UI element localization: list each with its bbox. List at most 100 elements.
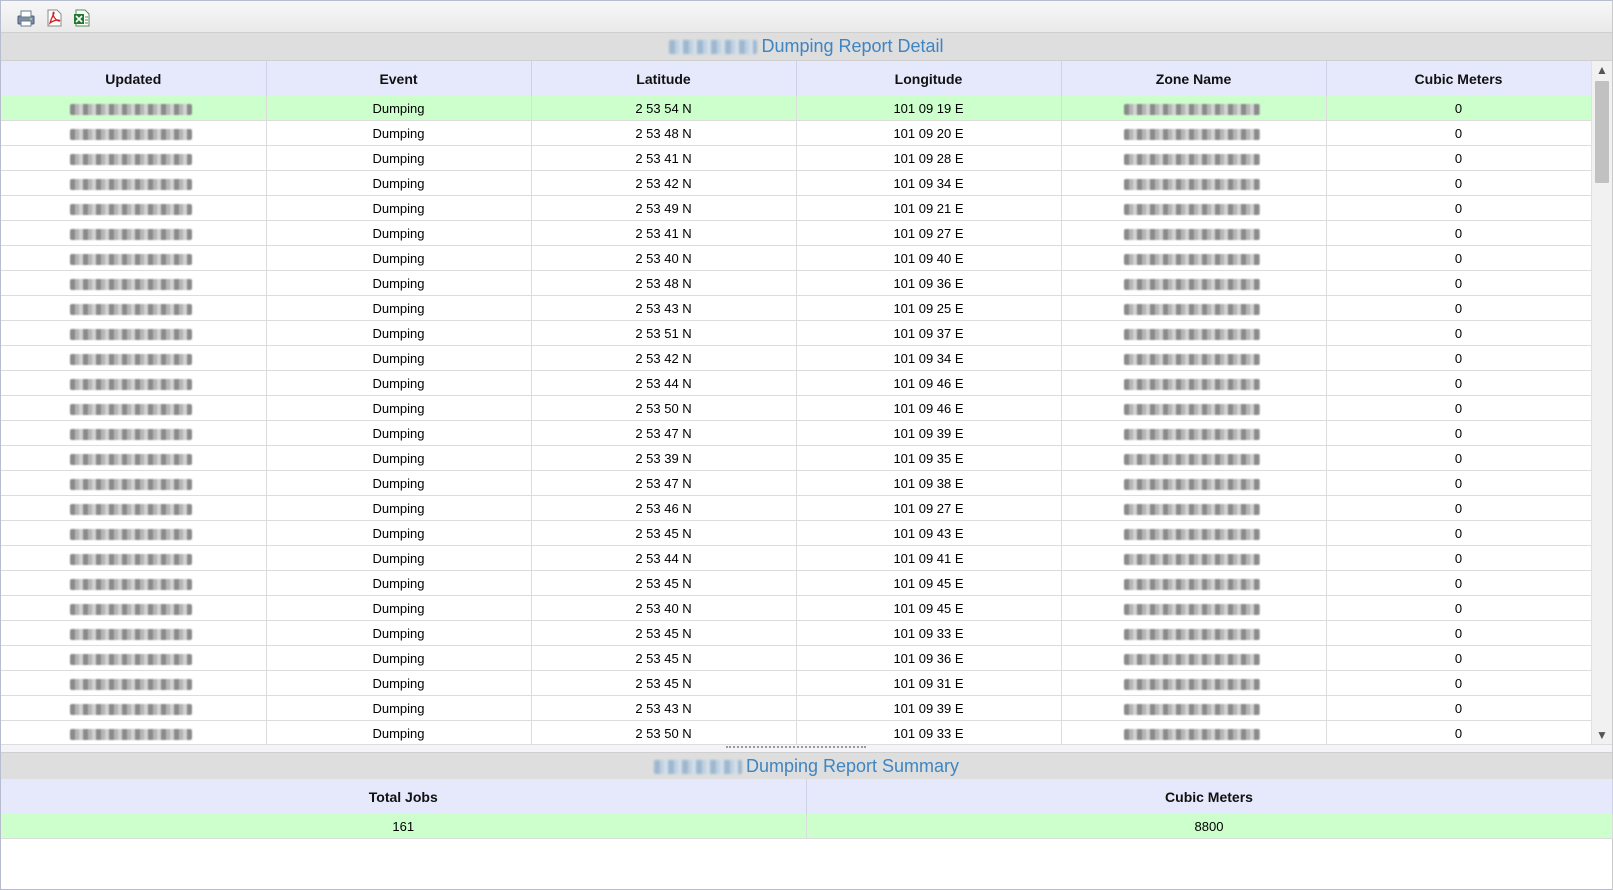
print-icon[interactable] xyxy=(16,8,36,28)
column-header-zone-name[interactable]: Zone Name xyxy=(1061,61,1327,97)
zone-name-cell xyxy=(1061,695,1327,721)
table-row[interactable]: Dumping 2 53 43 N 101 09 39 E 0 xyxy=(1,695,1591,721)
updated-cell xyxy=(1,620,267,646)
cubic-meters-cell: 0 xyxy=(1326,395,1591,421)
table-row[interactable]: Dumping 2 53 49 N 101 09 21 E 0 xyxy=(1,195,1591,221)
latitude-cell: 2 53 43 N xyxy=(531,295,797,321)
summary-header: Total Jobs Cubic Meters xyxy=(1,779,1613,815)
cubic-meters-cell: 0 xyxy=(1326,570,1591,596)
event-cell: Dumping xyxy=(266,445,532,471)
excel-icon[interactable] xyxy=(72,8,92,28)
scroll-down-icon[interactable]: ▼ xyxy=(1592,726,1612,744)
table-row[interactable]: Dumping 2 53 43 N 101 09 25 E 0 xyxy=(1,295,1591,321)
table-row[interactable]: Dumping 2 53 41 N 101 09 28 E 0 xyxy=(1,145,1591,171)
zone-name-cell xyxy=(1061,470,1327,496)
longitude-cell: 101 09 36 E xyxy=(796,645,1062,671)
column-header-updated[interactable]: Updated xyxy=(1,61,267,97)
updated-cell xyxy=(1,320,267,346)
table-row[interactable]: Dumping 2 53 50 N 101 09 33 E 0 xyxy=(1,720,1591,744)
longitude-cell: 101 09 37 E xyxy=(796,320,1062,346)
updated-cell xyxy=(1,220,267,246)
column-header-event[interactable]: Event xyxy=(266,61,532,97)
table-row[interactable]: Dumping 2 53 48 N 101 09 36 E 0 xyxy=(1,270,1591,296)
redacted-zone-name xyxy=(1123,678,1260,690)
report-window: Dumping Report Detail Updated Event Lati… xyxy=(0,0,1613,890)
cubic-meters-cell: 0 xyxy=(1326,120,1591,146)
column-header-latitude[interactable]: Latitude xyxy=(531,61,797,97)
table-row[interactable]: Dumping 2 53 47 N 101 09 39 E 0 xyxy=(1,420,1591,446)
table-row[interactable]: Dumping 2 53 42 N 101 09 34 E 0 xyxy=(1,345,1591,371)
cubic-meters-cell: 0 xyxy=(1326,470,1591,496)
scroll-thumb[interactable] xyxy=(1595,81,1609,183)
redacted-timestamp xyxy=(70,653,193,665)
redacted-location xyxy=(669,40,758,55)
event-cell: Dumping xyxy=(266,670,532,696)
pdf-icon[interactable] xyxy=(44,8,64,28)
table-row[interactable]: Dumping 2 53 47 N 101 09 38 E 0 xyxy=(1,470,1591,496)
table-row[interactable]: Dumping 2 53 45 N 101 09 45 E 0 xyxy=(1,570,1591,596)
redacted-timestamp xyxy=(70,153,193,165)
cubic-meters-cell: 0 xyxy=(1326,420,1591,446)
table-row[interactable]: Dumping 2 53 44 N 101 09 41 E 0 xyxy=(1,545,1591,571)
table-row[interactable]: Dumping 2 53 39 N 101 09 35 E 0 xyxy=(1,445,1591,471)
redacted-timestamp xyxy=(70,303,193,315)
redacted-timestamp xyxy=(70,378,193,390)
event-cell: Dumping xyxy=(266,720,532,744)
redacted-timestamp xyxy=(70,678,193,690)
table-row[interactable]: Dumping 2 53 45 N 101 09 33 E 0 xyxy=(1,620,1591,646)
event-cell: Dumping xyxy=(266,620,532,646)
updated-cell xyxy=(1,195,267,221)
table-row[interactable]: Dumping 2 53 41 N 101 09 27 E 0 xyxy=(1,220,1591,246)
cubic-meters-cell: 0 xyxy=(1326,245,1591,271)
table-row[interactable]: Dumping 2 53 48 N 101 09 20 E 0 xyxy=(1,120,1591,146)
redacted-zone-name xyxy=(1123,478,1260,490)
cubic-meters-cell: 0 xyxy=(1326,720,1591,744)
scroll-up-icon[interactable]: ▲ xyxy=(1592,61,1612,79)
table-row[interactable]: Dumping 2 53 44 N 101 09 46 E 0 xyxy=(1,370,1591,396)
event-cell: Dumping xyxy=(266,270,532,296)
updated-cell xyxy=(1,145,267,171)
redacted-timestamp xyxy=(70,328,193,340)
zone-name-cell xyxy=(1061,595,1327,621)
detail-scrollbar[interactable]: ▲ ▼ xyxy=(1591,61,1612,744)
column-header-cubic-meters[interactable]: Cubic Meters xyxy=(1326,61,1592,97)
summary-grid: 161 8800 xyxy=(1,814,1613,839)
column-header-summary-cubic-meters[interactable]: Cubic Meters xyxy=(806,779,1613,815)
redacted-zone-name xyxy=(1123,278,1260,290)
updated-cell xyxy=(1,170,267,196)
detail-grid[interactable]: Dumping 2 53 54 N 101 09 19 E 0 Dumping 2 53 … xyxy=(1,96,1591,744)
table-row[interactable]: Dumping 2 53 45 N 101 09 43 E 0 xyxy=(1,520,1591,546)
longitude-cell: 101 09 25 E xyxy=(796,295,1062,321)
table-row[interactable]: Dumping 2 53 45 N 101 09 36 E 0 xyxy=(1,645,1591,671)
table-row[interactable]: Dumping 2 53 45 N 101 09 31 E 0 xyxy=(1,670,1591,696)
redacted-zone-name xyxy=(1123,553,1260,565)
updated-cell xyxy=(1,670,267,696)
updated-cell xyxy=(1,345,267,371)
redacted-timestamp xyxy=(70,453,193,465)
redacted-timestamp xyxy=(70,428,193,440)
summary-row[interactable]: 161 8800 xyxy=(1,814,1613,839)
table-row[interactable]: Dumping 2 53 40 N 101 09 45 E 0 xyxy=(1,595,1591,621)
table-row[interactable]: Dumping 2 53 50 N 101 09 46 E 0 xyxy=(1,395,1591,421)
toolbar xyxy=(1,1,1612,34)
longitude-cell: 101 09 39 E xyxy=(796,695,1062,721)
table-row[interactable]: Dumping 2 53 54 N 101 09 19 E 0 xyxy=(1,96,1591,121)
redacted-timestamp xyxy=(70,128,193,140)
longitude-cell: 101 09 33 E xyxy=(796,620,1062,646)
updated-cell xyxy=(1,495,267,521)
latitude-cell: 2 53 39 N xyxy=(531,445,797,471)
table-row[interactable]: Dumping 2 53 42 N 101 09 34 E 0 xyxy=(1,170,1591,196)
redacted-zone-name xyxy=(1123,578,1260,590)
updated-cell xyxy=(1,570,267,596)
column-header-longitude[interactable]: Longitude xyxy=(796,61,1062,97)
zone-name-cell xyxy=(1061,545,1327,571)
longitude-cell: 101 09 19 E xyxy=(796,96,1062,121)
column-header-total-jobs[interactable]: Total Jobs xyxy=(1,779,807,815)
longitude-cell: 101 09 46 E xyxy=(796,395,1062,421)
latitude-cell: 2 53 44 N xyxy=(531,545,797,571)
table-row[interactable]: Dumping 2 53 40 N 101 09 40 E 0 xyxy=(1,245,1591,271)
redacted-zone-name xyxy=(1123,503,1260,515)
table-row[interactable]: Dumping 2 53 51 N 101 09 37 E 0 xyxy=(1,320,1591,346)
table-row[interactable]: Dumping 2 53 46 N 101 09 27 E 0 xyxy=(1,495,1591,521)
updated-cell xyxy=(1,595,267,621)
